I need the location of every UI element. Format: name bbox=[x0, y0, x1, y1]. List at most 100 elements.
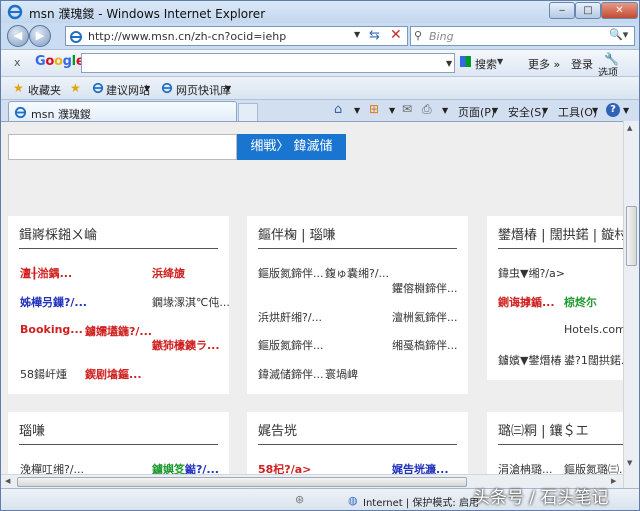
new-tab-button[interactable] bbox=[238, 103, 258, 121]
vertical-scrollbar[interactable]: ▲ ▼ bbox=[623, 121, 639, 488]
chevron-down-icon[interactable]: ▼ bbox=[144, 84, 150, 93]
maximize-button[interactable]: □ bbox=[575, 2, 601, 19]
card-featured: 鍓嶈棌鎺ㄨ崘 澶╂湁鍝... 浜绛旇 姊樺叧鏁?/... 鐗堟潈淇℃伅... B… bbox=[8, 216, 230, 394]
tab-title: msn 濮瑰鍐 bbox=[31, 108, 91, 121]
card-title: 鍓嶈棌鎺ㄨ崘 bbox=[19, 228, 98, 243]
chevron-down-icon[interactable]: ▼ bbox=[442, 106, 448, 115]
ie-window: msn 濮瑰鍐 - Windows Internet Explorer ‒ □ … bbox=[0, 0, 640, 511]
chevron-down-icon[interactable]: ▼ bbox=[354, 106, 360, 115]
link-item[interactable]: 椋炵尓 bbox=[564, 294, 597, 310]
scroll-left-icon[interactable]: ◀ bbox=[5, 477, 10, 485]
google-search-input[interactable]: ▼ bbox=[81, 53, 455, 73]
address-url[interactable]: http://www.msn.cn/zh-cn?ocid=iehp bbox=[88, 30, 286, 43]
link-item[interactable]: 鐪嬪▼鐢熸椿 bbox=[498, 352, 561, 368]
privacy-icon[interactable]: ⊛ bbox=[295, 493, 304, 506]
chevron-down-icon[interactable]: ▼ bbox=[497, 57, 503, 66]
link-item[interactable]: 鑺傛棩鍗伴... bbox=[392, 280, 458, 296]
card-divider bbox=[498, 248, 623, 249]
add-favorite-icon[interactable]: ★ bbox=[70, 81, 81, 95]
search-placeholder[interactable]: Bing bbox=[429, 30, 454, 43]
search-icon: ⚲ bbox=[414, 29, 423, 42]
card-divider bbox=[258, 444, 457, 445]
security-zone[interactable]: Internet | 保护模式: 启用 bbox=[363, 494, 479, 509]
scroll-up-icon[interactable]: ▲ bbox=[627, 124, 632, 132]
scroll-down-icon[interactable]: ▼ bbox=[627, 459, 632, 467]
chevron-down-icon[interactable]: ▼ bbox=[389, 106, 395, 115]
mail-icon[interactable]: ✉ bbox=[402, 102, 412, 116]
search-go-icon[interactable]: 🔍▾ bbox=[609, 28, 628, 41]
link-item[interactable]: Booking... bbox=[20, 323, 83, 336]
rss-feed-icon[interactable]: ⊞ bbox=[369, 102, 379, 116]
address-dropdown-icon[interactable]: ▼ bbox=[354, 30, 360, 39]
msn-search-button[interactable]: 缃戦〉 鍏滅储 bbox=[237, 134, 346, 160]
link-item[interactable]: 姊樺叧鏁?/... bbox=[20, 294, 87, 310]
watermark: 头条号 / 石头笔记 bbox=[473, 488, 609, 508]
google-search-button[interactable]: 搜索 bbox=[475, 56, 497, 72]
link-item[interactable]: 鍏滅储鍗伴... bbox=[258, 366, 324, 382]
page-menu[interactable]: 页面(P) bbox=[458, 104, 495, 120]
address-bar[interactable]: http://www.msn.cn/zh-cn?ocid=iehp ▼ ⇆ ✕ bbox=[65, 26, 408, 46]
chevron-down-icon[interactable]: ▼ bbox=[225, 84, 231, 93]
link-item[interactable]: 鍑ゅ嚢缃?/... bbox=[325, 265, 389, 281]
favorites-star-icon[interactable]: ★ bbox=[13, 81, 24, 95]
login-button[interactable]: 登录 bbox=[571, 56, 593, 72]
card-divider bbox=[498, 444, 623, 445]
link-item[interactable]: 鍥剧墖鏂... bbox=[85, 366, 142, 382]
back-button[interactable]: ◀ bbox=[7, 25, 29, 47]
safety-menu[interactable]: 安全(S) bbox=[508, 104, 546, 120]
page-icon bbox=[14, 106, 27, 119]
scroll-thumb[interactable] bbox=[17, 477, 467, 487]
google-logo: Google bbox=[35, 54, 85, 69]
link-item[interactable]: 鍏虫▼缃?/a> bbox=[498, 265, 565, 281]
card-title: 娓告垙 bbox=[258, 424, 298, 439]
link-item[interactable]: Hotels.com bbox=[564, 323, 623, 336]
link-item[interactable]: 浜烘皯缃?/... bbox=[258, 309, 322, 325]
scroll-thumb[interactable] bbox=[626, 206, 637, 266]
link-item[interactable]: 鏃犻檺鐭ラ... bbox=[152, 337, 220, 353]
link-item[interactable]: 寰堝崥 bbox=[325, 366, 358, 382]
stop-icon[interactable]: ✕ bbox=[390, 27, 402, 43]
page-icon bbox=[70, 31, 82, 43]
card-news: 鏂伴椈 | 瑙嗛 鏂版氮鍗伴... 鍑ゅ嚢缃?/... 鑺傛棩鍗伴... 浜烘皯… bbox=[247, 216, 468, 394]
title-bar: msn 濮瑰鍐 - Windows Internet Explorer ‒ □ … bbox=[1, 1, 639, 23]
chevron-down-icon[interactable]: ▼ bbox=[542, 106, 548, 115]
link-item[interactable]: 鐗堟潈淇℃伅... bbox=[152, 294, 230, 310]
link-item[interactable]: 浜绛旇 bbox=[152, 265, 185, 281]
help-icon[interactable]: ? bbox=[606, 103, 620, 117]
refresh-icon[interactable]: ⇆ bbox=[369, 28, 380, 43]
card-title: 璐㈢粡 | 鑲＄エ bbox=[498, 424, 589, 439]
tab-msn[interactable]: msn 濮瑰鍐 bbox=[8, 101, 237, 122]
link-item[interactable]: 澶╂湁鍝... bbox=[20, 265, 72, 281]
favorites-button[interactable]: 收藏夹 bbox=[28, 82, 61, 98]
web-slice-gallery-link[interactable]: 网页快讯库 bbox=[176, 82, 231, 98]
google-search-icon[interactable] bbox=[460, 56, 471, 67]
chevron-down-icon[interactable]: ▼ bbox=[492, 106, 498, 115]
link-item[interactable]: 鐪嬬壒鍦?/... bbox=[85, 323, 152, 339]
page-icon bbox=[161, 82, 173, 94]
link-item[interactable]: 鍘诲摢鍎... bbox=[498, 294, 555, 310]
chevron-down-icon[interactable]: ▼ bbox=[446, 59, 452, 68]
msn-search-input[interactable] bbox=[8, 134, 237, 160]
more-button[interactable]: 更多 » bbox=[528, 56, 560, 72]
google-toolbar: x Google ▼ 搜索 ▼ 更多 » 登录 🔧 选项 bbox=[1, 49, 639, 79]
link-item[interactable]: 鏂版氮鍗伴... bbox=[258, 265, 324, 281]
navigation-bar: ◀ ▶ http://www.msn.cn/zh-cn?ocid=iehp ▼ … bbox=[1, 23, 639, 49]
link-item[interactable]: 澶栦氦鍗伴... bbox=[392, 309, 458, 325]
forward-button[interactable]: ▶ bbox=[29, 25, 51, 47]
link-item[interactable]: 缃戞槗鍗伴... bbox=[392, 337, 458, 353]
chevron-down-icon[interactable]: ▼ bbox=[592, 106, 598, 115]
toolbar-close-icon[interactable]: x bbox=[14, 56, 21, 69]
link-item[interactable]: 58鍚屽煄 bbox=[20, 366, 67, 382]
close-button[interactable]: ✕ bbox=[601, 2, 638, 19]
link-item[interactable]: 鍙?1闊拱鍩... bbox=[564, 352, 623, 368]
scroll-right-icon[interactable]: ▶ bbox=[611, 477, 616, 485]
tab-row: msn 濮瑰鍐 ⌂ ▼ ⊞ ▼ ✉ ⎙ ▼ 页面(P) ▼ 安全(S) ▼ 工具… bbox=[1, 99, 639, 122]
minimize-button[interactable]: ‒ bbox=[549, 2, 575, 19]
chevron-down-icon[interactable]: ▼ bbox=[623, 106, 629, 115]
search-box[interactable]: ⚲ Bing 🔍▾ bbox=[410, 26, 635, 46]
card-title: 瑙嗛 bbox=[19, 424, 46, 439]
home-icon[interactable]: ⌂ bbox=[334, 102, 342, 117]
ie-logo-icon bbox=[7, 4, 23, 20]
print-icon[interactable]: ⎙ bbox=[422, 102, 432, 117]
link-item[interactable]: 鏂版氮鍗伴... bbox=[258, 337, 324, 353]
